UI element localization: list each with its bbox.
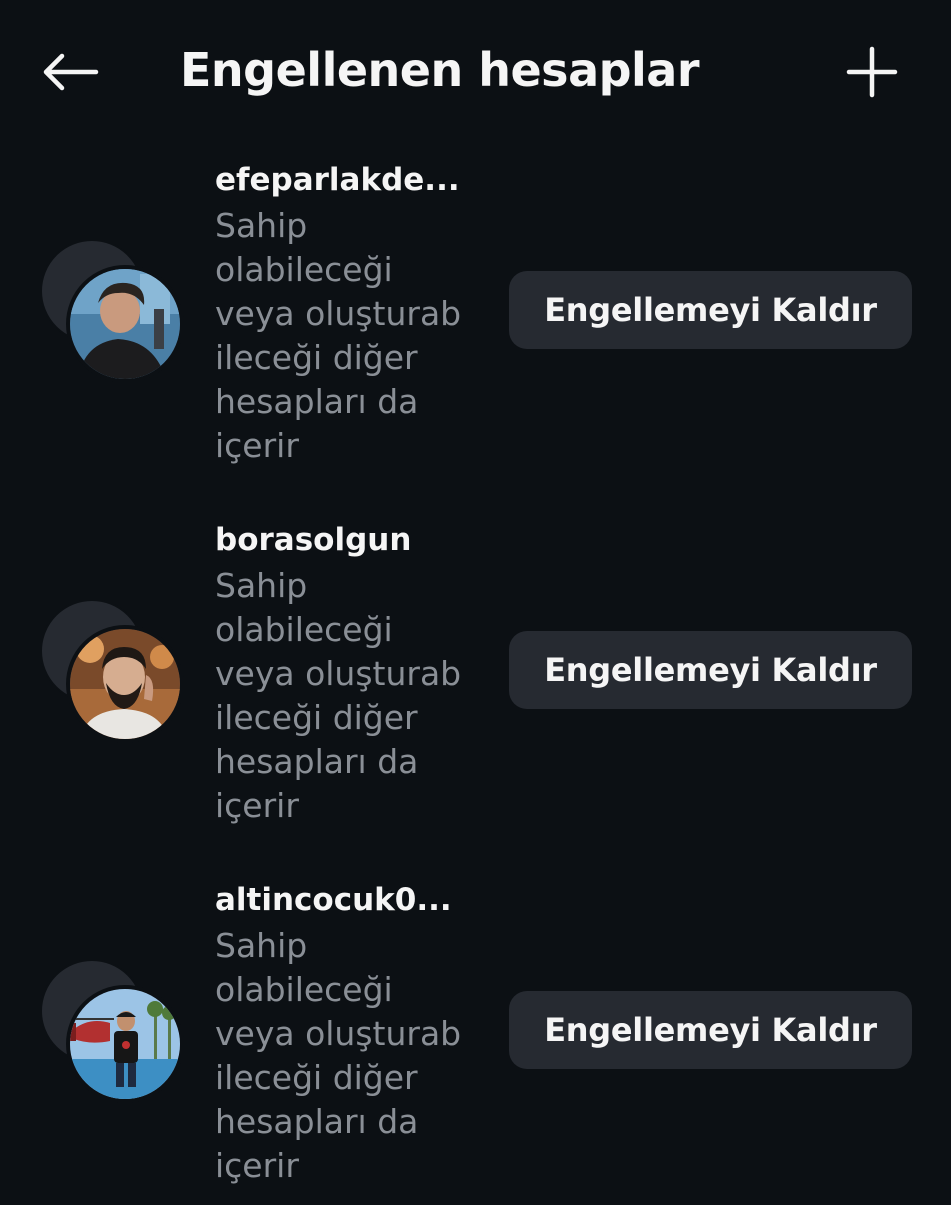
description-line: olabileceği: [215, 610, 393, 649]
account-info: efeparlakde... Sahip olabileceği veya ol…: [215, 160, 485, 468]
add-button[interactable]: [836, 36, 908, 108]
avatar-stack[interactable]: [38, 239, 186, 387]
plus-icon: [846, 46, 898, 98]
blocked-account-row: efeparlakde... Sahip olabileceği veya ol…: [0, 155, 951, 485]
username[interactable]: efeparlakde...: [215, 160, 485, 200]
description-line: olabileceği: [215, 970, 393, 1009]
description-line: ileceği diğer: [215, 338, 418, 377]
description-line: hesapları da: [215, 742, 419, 781]
description-line: hesapları da: [215, 1102, 419, 1141]
description-line: içerir: [215, 786, 299, 825]
description-line: olabileceği: [215, 250, 393, 289]
blocked-account-row: borasolgun Sahip olabileceği veya oluştu…: [0, 515, 951, 845]
unblock-button[interactable]: Engellemeyi Kaldır: [509, 991, 912, 1069]
description-line: ileceği diğer: [215, 1058, 418, 1097]
description-line: Sahip: [215, 926, 308, 965]
description-line: veya oluşturab: [215, 294, 462, 333]
description-line: Sahip: [215, 206, 308, 245]
description-line: veya oluşturab: [215, 654, 462, 693]
page-title: Engellenen hesaplar: [180, 43, 700, 97]
account-description: Sahip olabileceği veya oluşturab ileceği…: [215, 564, 485, 828]
unblock-button[interactable]: Engellemeyi Kaldır: [509, 631, 912, 709]
avatar-stack[interactable]: [38, 599, 186, 747]
account-description: Sahip olabileceği veya oluşturab ileceği…: [215, 204, 485, 468]
avatar: [66, 985, 184, 1103]
blocked-account-row: altincocuk0... Sahip olabileceği veya ol…: [0, 875, 951, 1205]
username[interactable]: altincocuk0...: [215, 880, 485, 920]
description-line: içerir: [215, 1146, 299, 1185]
description-line: hesapları da: [215, 382, 419, 421]
description-line: veya oluşturab: [215, 1014, 462, 1053]
description-line: ileceği diğer: [215, 698, 418, 737]
account-description: Sahip olabileceği veya oluşturab ileceği…: [215, 924, 485, 1188]
unblock-button[interactable]: Engellemeyi Kaldır: [509, 271, 912, 349]
account-info: altincocuk0... Sahip olabileceği veya ol…: [215, 880, 485, 1188]
avatar: [66, 625, 184, 743]
description-line: içerir: [215, 426, 299, 465]
account-info: borasolgun Sahip olabileceği veya oluştu…: [215, 520, 485, 828]
top-bar: Engellenen hesaplar: [0, 0, 951, 140]
avatar-stack[interactable]: [38, 959, 186, 1107]
arrow-left-icon: [43, 53, 99, 91]
avatar: [66, 265, 184, 383]
back-button[interactable]: [34, 36, 106, 108]
username[interactable]: borasolgun: [215, 520, 485, 560]
description-line: Sahip: [215, 566, 308, 605]
